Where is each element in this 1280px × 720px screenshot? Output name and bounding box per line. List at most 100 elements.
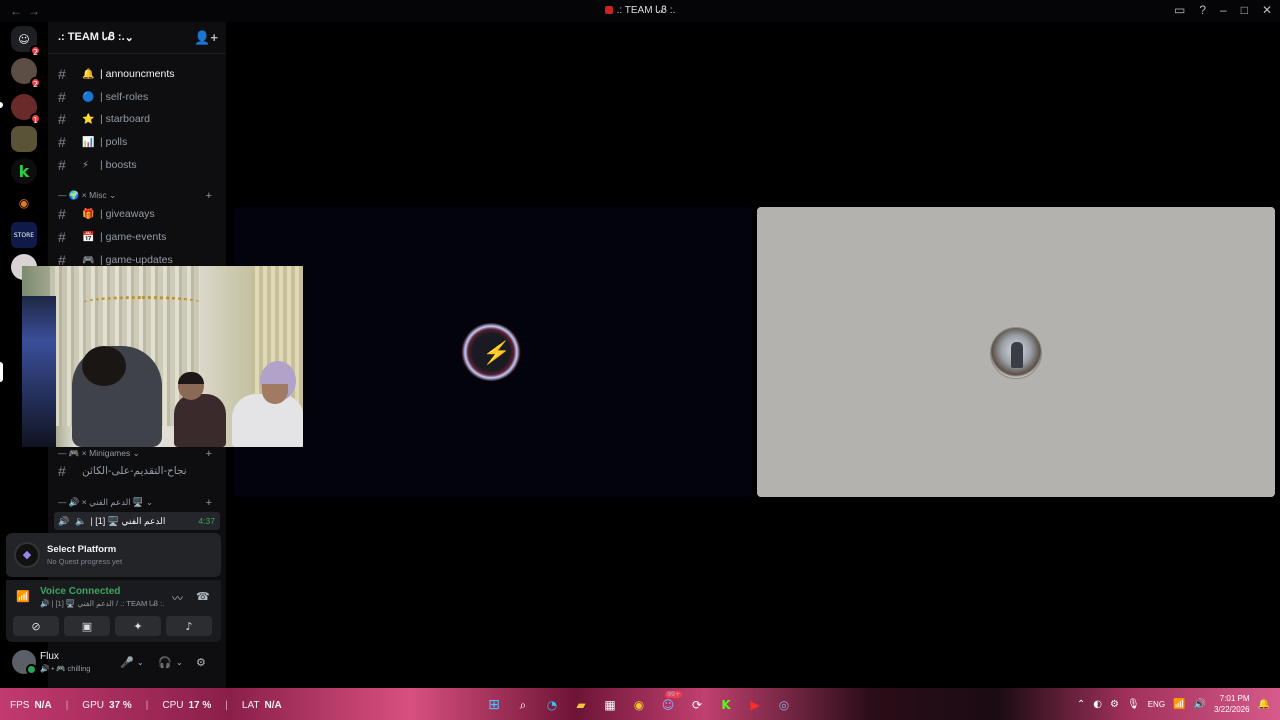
channel-label: | self-roles <box>100 91 149 103</box>
quest-panel[interactable]: ◆ Select Platform No Quest progress yet <box>6 533 221 577</box>
youtube-icon[interactable]: ▶ <box>745 695 765 715</box>
channel-item[interactable]: # 🎁 | giveaways <box>58 204 222 224</box>
noise-suppression-icon[interactable]: 〰 <box>172 590 183 606</box>
volume-icon[interactable]: 🔊 <box>1194 699 1206 710</box>
file-explorer-icon[interactable]: ▰ <box>571 695 591 715</box>
hash-icon: # <box>58 111 66 127</box>
channel-item[interactable]: # ⚡ | boosts <box>58 155 222 175</box>
steam-icon[interactable]: ◐ <box>1093 699 1102 710</box>
help-icon[interactable]: ? <box>1199 3 1206 17</box>
camera-off-button[interactable]: ⊘ <box>13 616 59 636</box>
channel-emoji: 🔵 <box>82 91 95 103</box>
mic-options-icon[interactable]: ⌄ <box>137 658 144 667</box>
participant-avatar <box>990 327 1042 379</box>
category-support[interactable]: — 🔊 × الدعم الفني 🖥️ ⌄ + <box>58 497 222 509</box>
channel-label: | giveaways <box>100 208 155 220</box>
cpu-value: 17 % <box>188 700 212 711</box>
channel-emoji: 🎮 <box>82 254 95 266</box>
signal-icon[interactable]: 📶 <box>16 590 30 603</box>
title-bar: ←→ .: TEAM ᏓᏰ :. ▭ ? – □ ✕ <box>0 0 1280 22</box>
speaker-icon: 🔊 <box>58 515 70 526</box>
guild-icon[interactable]: ◉ <box>11 190 37 216</box>
avatar[interactable] <box>12 650 37 675</box>
close-button[interactable]: ✕ <box>1262 3 1272 17</box>
voice-channel-path[interactable]: 🔊 | [1] 🖥️ الدعم الفني / .: TEAM ᏓᏰ :. <box>40 599 164 609</box>
add-channel-icon[interactable]: + <box>206 190 212 202</box>
channel-item[interactable]: # ⭐ | starboard <box>58 109 222 129</box>
invite-user-icon[interactable]: 👤+ <box>194 30 218 46</box>
quest-subtitle: No Quest progress yet <box>47 557 123 566</box>
guild-icon[interactable]: 2 <box>11 58 41 89</box>
discord-icon[interactable]: ☺ 99+ <box>658 691 682 715</box>
channel-label: نجاح-التقديم-على-الكاثن <box>82 465 187 477</box>
chevron-up-icon[interactable]: ⌃ <box>1077 699 1085 710</box>
system-tray: ⌃ ◐ ⚙ 🎙 ENG 📶 🔊 7:01 PM 3/22/2026 🔔 <box>1077 693 1270 715</box>
channel-item[interactable]: # 🔵 | self-roles <box>58 87 222 107</box>
channel-emoji: 🔔 <box>82 68 95 80</box>
category-misc[interactable]: — 🌍 × Misc ⌄ + <box>58 190 222 202</box>
discord-home-icon[interactable]: ☺ 2 <box>11 26 41 57</box>
hash-icon: # <box>58 89 66 105</box>
quest-icon: ◆ <box>14 542 40 568</box>
channel-item[interactable]: # 🔔 | announcments <box>58 64 222 84</box>
add-channel-icon[interactable]: + <box>206 448 212 460</box>
lat-value: N/A <box>264 700 282 711</box>
channel-item[interactable]: # 📅 | game-events <box>58 227 222 247</box>
hash-icon: # <box>58 134 66 150</box>
chrome-icon[interactable]: ◉ <box>629 695 649 715</box>
notification-icon[interactable]: 🔔 <box>1258 699 1270 710</box>
webcam-overlay[interactable] <box>22 266 303 447</box>
taskbar-apps: ⊞ ⌕ ◔ ▰ ▦ ◉ ☺ 99+ ⟳ K ▶ ◎ <box>484 691 794 715</box>
soundboard-button[interactable]: ♪ <box>166 616 212 636</box>
search-icon[interactable]: ⌕ <box>513 695 533 715</box>
guild-icon[interactable]: STORE <box>11 222 37 248</box>
guild-icon[interactable] <box>11 126 37 152</box>
notification-badge: 1 <box>30 113 41 125</box>
activities-button[interactable]: ✦ <box>115 616 161 636</box>
channel-label: | game-events <box>100 231 167 243</box>
browser-icon[interactable]: ◎ <box>774 695 794 715</box>
inbox-icon[interactable]: ▭ <box>1174 3 1185 17</box>
server-header[interactable]: .: TEAM ᏓᏰ :. ⌄ 👤+ <box>48 22 226 54</box>
disconnect-icon[interactable]: ☎ <box>196 590 210 603</box>
voice-connected-panel: 📶 Voice Connected 🔊 | [1] 🖥️ الدعم الفني… <box>6 580 221 642</box>
start-icon[interactable]: ⊞ <box>484 695 504 715</box>
minimize-button[interactable]: – <box>1220 3 1227 17</box>
person-figure <box>1011 342 1023 368</box>
channel-emoji: 🎁 <box>82 208 95 220</box>
category-minigames[interactable]: — 🎮 × Minigames ⌄ + <box>58 448 222 460</box>
headphones-icon[interactable]: 🎧 <box>158 656 172 669</box>
screen-share-button[interactable]: ▣ <box>64 616 110 636</box>
channel-emoji: 📅 <box>82 231 95 243</box>
channel-label: | boosts <box>100 159 137 171</box>
fps-value: N/A <box>34 700 52 711</box>
voice-channel-item[interactable]: 🔊 🔈 | [1] 🖥️ الدعم الفني 4:37 <box>54 512 220 530</box>
hash-icon: # <box>58 229 66 245</box>
kick-icon[interactable]: K <box>716 695 736 715</box>
volume-icon: 🔈 <box>75 515 87 526</box>
channel-label: | starboard <box>100 113 151 125</box>
mic-tray-icon[interactable]: 🎙 <box>1127 699 1140 710</box>
guild-icon[interactable]: k <box>11 158 37 184</box>
maximize-button[interactable]: □ <box>1241 3 1248 17</box>
user-panel: Flux 🔊 • 🎮 chilling 🎤 ⌄ 🎧 ⌄ ⚙ <box>6 646 221 682</box>
unread-pill <box>0 102 3 108</box>
wifi-icon[interactable]: 📶 <box>1173 699 1185 710</box>
app-tray-icon[interactable]: ⚙ <box>1110 699 1119 710</box>
voice-connected-label[interactable]: Voice Connected <box>40 586 120 597</box>
language-indicator[interactable]: ENG <box>1148 700 1165 709</box>
guild-icon[interactable]: 1 <box>11 94 41 125</box>
mic-icon[interactable]: 🎤 <box>120 656 134 669</box>
channel-item[interactable]: # 📊 | polls <box>58 132 222 152</box>
clock[interactable]: 7:01 PM 3/22/2026 <box>1214 693 1250 715</box>
edge-icon[interactable]: ◔ <box>542 695 562 715</box>
channel-item[interactable]: # نجاح-التقديم-على-الكاثن <box>58 461 222 481</box>
app-icon[interactable]: ⟳ <box>687 695 707 715</box>
username[interactable]: Flux <box>40 651 59 662</box>
settings-gear-icon[interactable]: ⚙ <box>196 656 206 669</box>
store-icon[interactable]: ▦ <box>600 695 620 715</box>
audio-options-icon[interactable]: ⌄ <box>176 658 183 667</box>
person-2 <box>174 394 226 447</box>
participant-avatar: ⚡ <box>461 323 521 381</box>
add-channel-icon[interactable]: + <box>206 497 212 509</box>
